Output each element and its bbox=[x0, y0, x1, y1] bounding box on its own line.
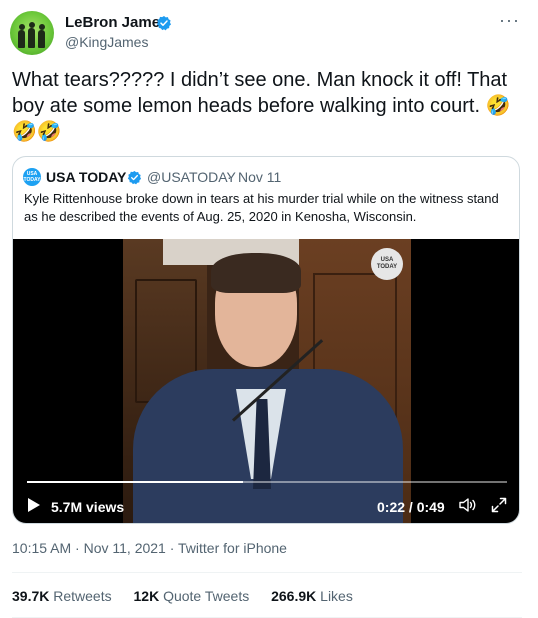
quote-author-name[interactable]: USA TODAY bbox=[46, 169, 126, 185]
retweets-stat[interactable]: 39.7K Retweets bbox=[12, 588, 112, 604]
retweets-label: Retweets bbox=[53, 588, 112, 604]
quote-author-handle[interactable]: @USATODAY bbox=[147, 169, 236, 185]
tweet-timestamp[interactable]: 10:15 AM · Nov 11, 2021 · Twitter for iP… bbox=[12, 540, 287, 556]
video-progress-bar[interactable] bbox=[27, 481, 507, 483]
likes-label: Likes bbox=[320, 588, 353, 604]
quoted-tweet[interactable]: USA TODAY USA TODAY @USATODAY · Nov 11 K… bbox=[12, 156, 520, 524]
more-options-icon[interactable]: ··· bbox=[499, 10, 520, 31]
author-handle[interactable]: @KingJames bbox=[65, 34, 148, 50]
tweet-stats: 39.7K Retweets 12K Quote Tweets 266.9K L… bbox=[12, 588, 371, 604]
quote-tweets-count: 12K bbox=[133, 588, 160, 604]
author-avatar[interactable] bbox=[10, 11, 54, 55]
quote-date[interactable]: Nov 11 bbox=[238, 169, 281, 185]
video-progress-fill bbox=[27, 481, 243, 483]
play-icon[interactable] bbox=[27, 497, 41, 513]
tweet: LeBron James @KingJames ··· What tears??… bbox=[0, 0, 538, 618]
quote-tweets-stat[interactable]: 12K Quote Tweets bbox=[134, 588, 250, 604]
verified-badge-icon bbox=[156, 16, 171, 31]
avatar-figure bbox=[28, 22, 35, 48]
video-time: 0:22 / 0:49 bbox=[377, 499, 445, 515]
author-name[interactable]: LeBron James bbox=[65, 14, 168, 31]
verified-badge-icon bbox=[127, 170, 142, 185]
quote-avatar[interactable]: USA TODAY bbox=[23, 168, 41, 186]
divider bbox=[12, 572, 522, 573]
quote-text: Kyle Rittenhouse broke down in tears at … bbox=[24, 191, 499, 224]
likes-count: 266.9K bbox=[271, 588, 317, 604]
avatar-figure bbox=[38, 24, 45, 48]
video-views: 5.7M views bbox=[51, 499, 125, 515]
volume-icon[interactable] bbox=[459, 497, 477, 513]
retweets-count: 39.7K bbox=[12, 588, 50, 604]
usa-today-watermark: USA TODAY bbox=[371, 248, 403, 280]
separator-dot: · bbox=[227, 169, 232, 185]
quote-tweets-label: Quote Tweets bbox=[163, 588, 250, 604]
avatar-figure bbox=[18, 24, 25, 48]
person-hair bbox=[211, 253, 301, 293]
likes-stat[interactable]: 266.9K Likes bbox=[271, 588, 353, 604]
fullscreen-icon[interactable] bbox=[491, 497, 507, 513]
video-player[interactable]: USA TODAY 5.7M views 0:22 / 0:49 bbox=[13, 239, 519, 523]
tweet-text: What tears????? I didn’t see one. Man kn… bbox=[12, 69, 511, 143]
